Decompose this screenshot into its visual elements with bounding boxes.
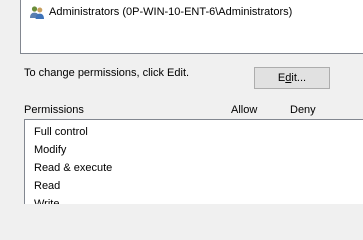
permission-read: Read — [34, 180, 61, 192]
edit-label-prefix: E — [277, 72, 286, 84]
edit-label-suffix: it... — [291, 72, 307, 84]
permission-full-control: Full control — [34, 126, 88, 138]
list-item-administrators[interactable]: Administrators (0P-WIN-10-ENT-6\Administ… — [29, 4, 292, 20]
allow-column-header: Allow — [231, 104, 258, 116]
group-name-label: Administrators (0P-WIN-10-ENT-6\Administ… — [49, 6, 293, 18]
deny-column-header: Deny — [290, 104, 316, 116]
users-group-icon — [30, 6, 44, 19]
permissions-page: Administrators (0P-WIN-10-ENT-6\Administ… — [0, 0, 363, 204]
change-permissions-hint: To change permissions, click Edit. — [24, 67, 190, 79]
permission-read-execute: Read & execute — [34, 162, 113, 174]
permission-modify: Modify — [34, 144, 67, 156]
permissions-list[interactable]: Full control Modify Read & execute Read … — [24, 119, 363, 204]
permissions-header: Permissions — [24, 104, 84, 116]
group-user-list[interactable]: Administrators (0P-WIN-10-ENT-6\Administ… — [20, 0, 363, 54]
permission-write: Write — [34, 198, 60, 204]
edit-button[interactable]: Ed it... — [254, 67, 330, 89]
